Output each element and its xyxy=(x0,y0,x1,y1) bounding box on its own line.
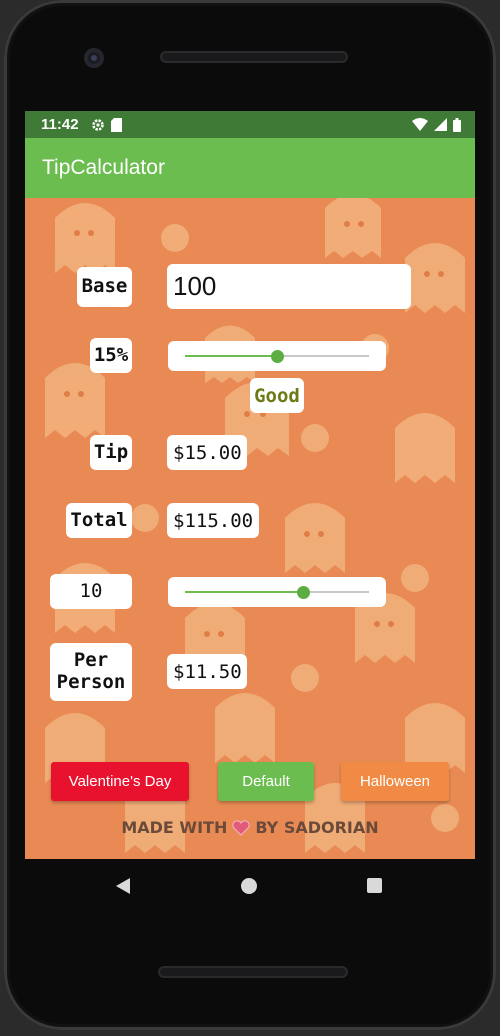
footer-credit: MADE WITH BY SADORIAN xyxy=(25,818,475,837)
android-nav-bar xyxy=(25,859,475,913)
bottom-speaker xyxy=(158,966,348,978)
tip-label: Tip xyxy=(90,435,132,470)
app-screen: 11:42 TipCalculator Base 100 15% Good Ti… xyxy=(25,111,475,859)
halloween-button[interactable]: Halloween xyxy=(341,762,449,801)
per-person-label-line1: Per xyxy=(73,649,109,672)
footer-text-after: BY SADORIAN xyxy=(255,818,379,837)
app-title: TipCalculator xyxy=(42,156,165,179)
heart-icon xyxy=(232,819,250,836)
total-label: Total xyxy=(66,503,132,538)
wifi-icon xyxy=(412,118,428,131)
split-count-slider[interactable] xyxy=(168,577,386,607)
status-bar: 11:42 xyxy=(25,111,475,138)
base-label: Base xyxy=(77,267,132,307)
slider-thumb[interactable] xyxy=(270,349,284,363)
sd-card-icon xyxy=(110,117,122,132)
tip-form-area: Base 100 15% Good Tip $15.00 Total $115.… xyxy=(25,198,475,859)
total-amount-value: $115.00 xyxy=(167,503,259,538)
base-amount-input[interactable]: 100 xyxy=(167,264,411,309)
app-bar: TipCalculator xyxy=(25,138,475,198)
tip-percent-label: 15% xyxy=(90,338,132,373)
battery-icon xyxy=(453,117,461,132)
status-time: 11:42 xyxy=(41,116,79,133)
front-camera xyxy=(84,48,104,68)
signal-icon xyxy=(434,118,447,131)
back-icon[interactable] xyxy=(115,878,131,894)
tip-amount-value: $15.00 xyxy=(167,435,247,470)
recent-apps-icon[interactable] xyxy=(367,878,382,893)
settings-gear-icon xyxy=(91,118,104,131)
slider-fill xyxy=(185,355,277,357)
default-theme-button[interactable]: Default xyxy=(218,762,314,801)
split-count-field[interactable]: 10 xyxy=(50,574,132,609)
tip-description-label: Good xyxy=(250,378,304,413)
valentines-day-button[interactable]: Valentine's Day xyxy=(51,762,189,801)
footer-text-before: MADE WITH xyxy=(121,818,228,837)
per-person-amount-value: $11.50 xyxy=(167,654,247,689)
slider-fill xyxy=(185,591,304,593)
slider-thumb[interactable] xyxy=(296,585,310,599)
tip-percent-slider[interactable] xyxy=(168,341,386,371)
home-icon[interactable] xyxy=(241,878,257,894)
top-speaker xyxy=(160,51,348,63)
per-person-label: Per Person xyxy=(50,643,132,701)
per-person-label-line2: Person xyxy=(56,671,126,693)
